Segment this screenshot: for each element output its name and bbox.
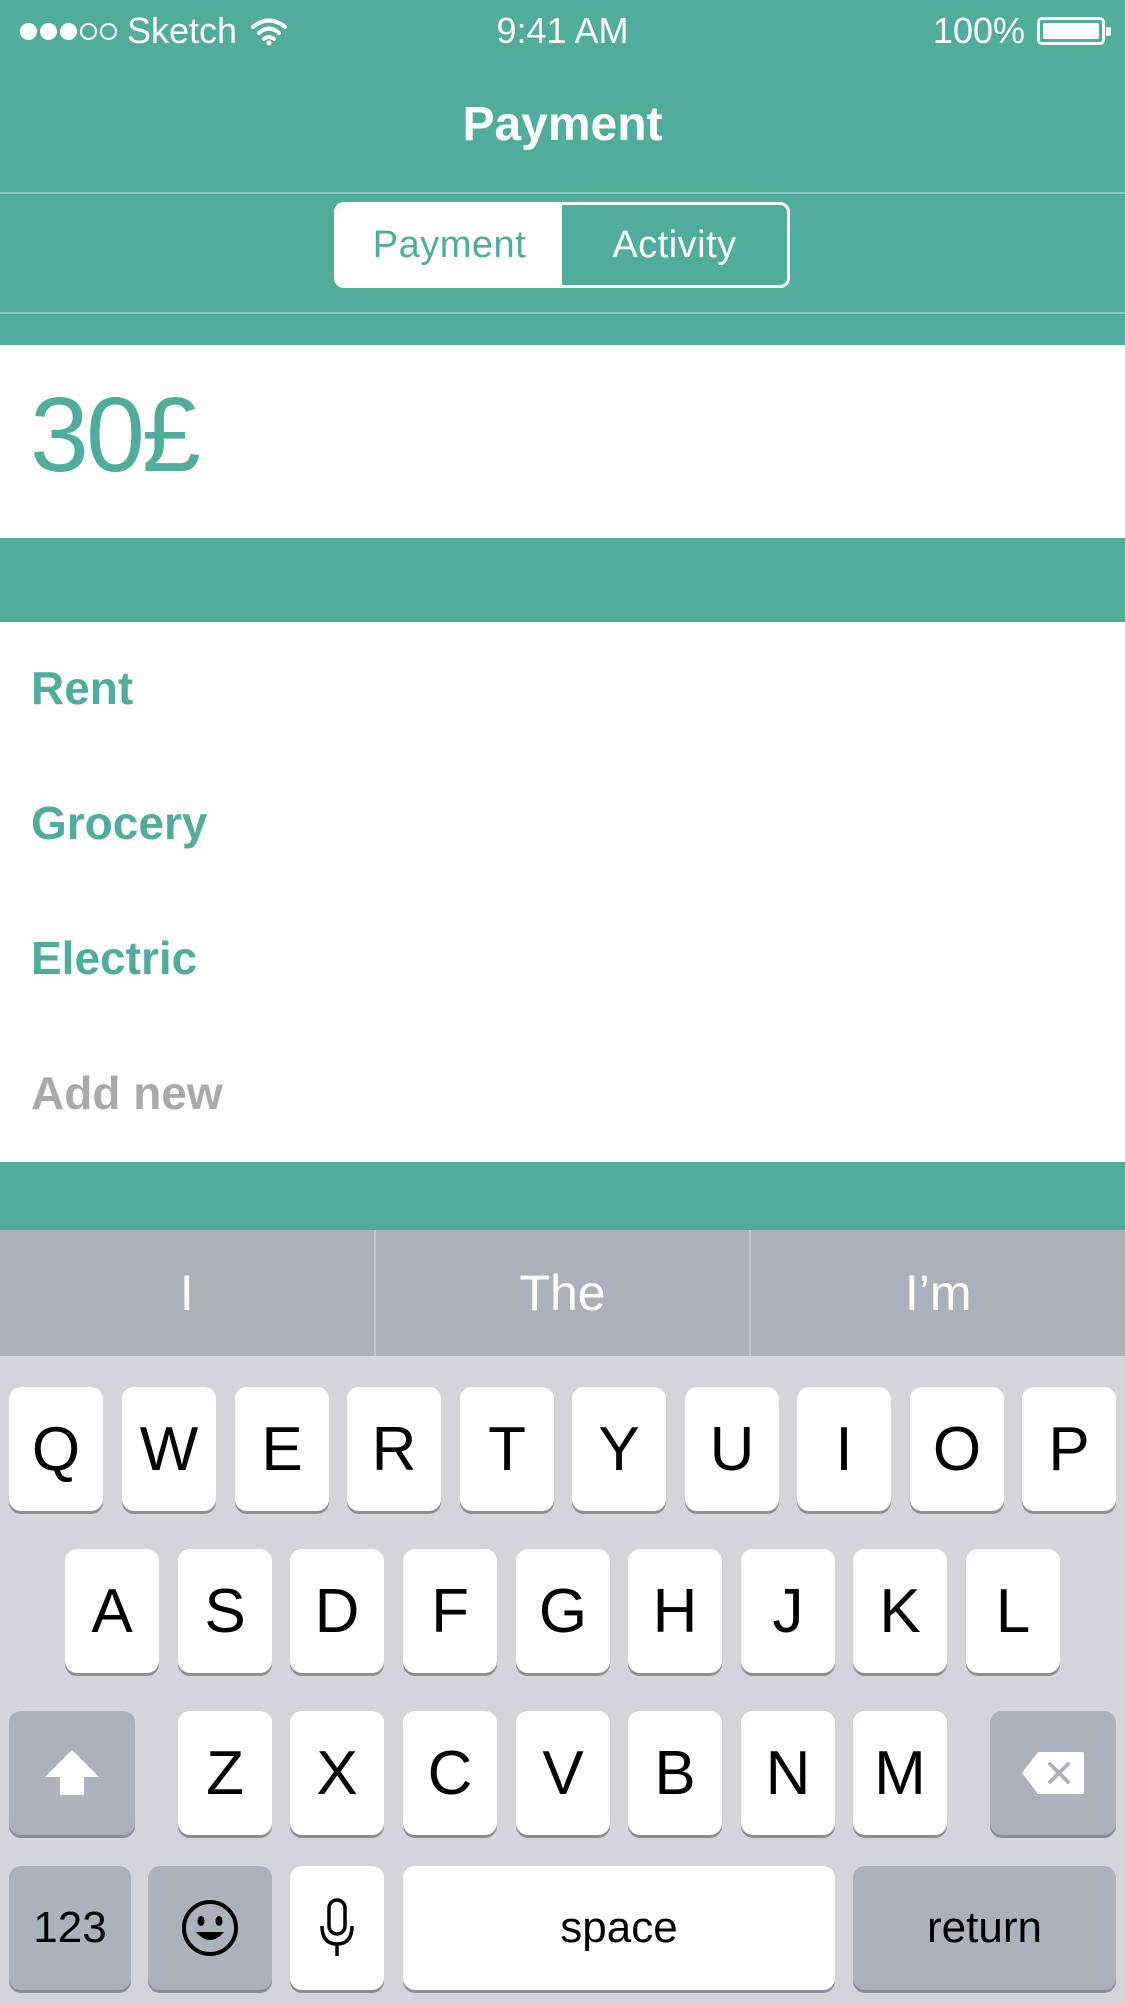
emoji-icon: [182, 1900, 238, 1956]
key-t[interactable]: T: [460, 1387, 554, 1511]
status-right: 100%: [932, 10, 1111, 52]
tab-payment[interactable]: Payment: [337, 205, 562, 285]
key-r[interactable]: R: [347, 1387, 441, 1511]
key-g[interactable]: G: [516, 1549, 610, 1673]
key-d[interactable]: D: [290, 1549, 384, 1673]
category-rent[interactable]: Rent: [31, 658, 133, 718]
status-bar: Sketch 9:41 AM 100%: [0, 0, 1125, 62]
key-q[interactable]: Q: [9, 1387, 103, 1511]
key-c[interactable]: C: [403, 1711, 497, 1835]
key-w[interactable]: W: [122, 1387, 216, 1511]
segmented-control: Payment Activity: [334, 202, 790, 288]
key-b[interactable]: B: [628, 1711, 722, 1835]
key-i[interactable]: I: [797, 1387, 891, 1511]
microphone-icon: [320, 1898, 354, 1956]
key-j[interactable]: J: [741, 1549, 835, 1673]
battery-percentage: 100%: [932, 10, 1025, 51]
amount-input[interactable]: 30£: [30, 380, 201, 490]
key-k[interactable]: K: [853, 1549, 947, 1673]
add-new-category[interactable]: Add new: [31, 1063, 223, 1123]
suggestion-1[interactable]: I: [0, 1230, 374, 1356]
tab-activity[interactable]: Activity: [562, 205, 787, 285]
category-electric[interactable]: Electric: [31, 928, 197, 988]
key-m[interactable]: M: [853, 1711, 947, 1835]
space-key[interactable]: space: [403, 1866, 835, 1990]
key-l[interactable]: L: [966, 1549, 1060, 1673]
return-key[interactable]: return: [853, 1866, 1116, 1990]
key-z[interactable]: Z: [178, 1711, 272, 1835]
key-s[interactable]: S: [178, 1549, 272, 1673]
key-f[interactable]: F: [403, 1549, 497, 1673]
delete-icon: [1022, 1752, 1084, 1794]
key-v[interactable]: V: [516, 1711, 610, 1835]
suggestion-2[interactable]: The: [376, 1230, 750, 1356]
key-p[interactable]: P: [1022, 1387, 1116, 1511]
page-title: Payment: [462, 98, 663, 151]
key-h[interactable]: H: [628, 1549, 722, 1673]
key-x[interactable]: X: [290, 1711, 384, 1835]
key-u[interactable]: U: [685, 1387, 779, 1511]
suggestion-3[interactable]: I’m: [751, 1230, 1125, 1356]
keyboard-suggestions: I The I’m: [0, 1230, 1125, 1356]
key-a[interactable]: A: [65, 1549, 159, 1673]
shift-key[interactable]: [9, 1711, 135, 1835]
key-e[interactable]: E: [235, 1387, 329, 1511]
header-bottom-divider: [0, 312, 1125, 314]
section-separator: [0, 538, 1125, 622]
category-grocery[interactable]: Grocery: [31, 793, 207, 853]
numbers-key[interactable]: 123: [9, 1866, 131, 1990]
key-n[interactable]: N: [741, 1711, 835, 1835]
header-divider: [0, 192, 1125, 194]
bottom-band: [0, 1162, 1125, 1230]
keyboard: Q W E R T Y U I O P A S D F G H J K L Z …: [0, 1356, 1125, 2004]
key-o[interactable]: O: [910, 1387, 1004, 1511]
shift-icon: [45, 1750, 99, 1795]
emoji-key[interactable]: [148, 1866, 272, 1990]
key-y[interactable]: Y: [572, 1387, 666, 1511]
battery-icon: [1037, 17, 1111, 45]
delete-key[interactable]: [990, 1711, 1116, 1835]
dictation-key[interactable]: [290, 1866, 384, 1990]
